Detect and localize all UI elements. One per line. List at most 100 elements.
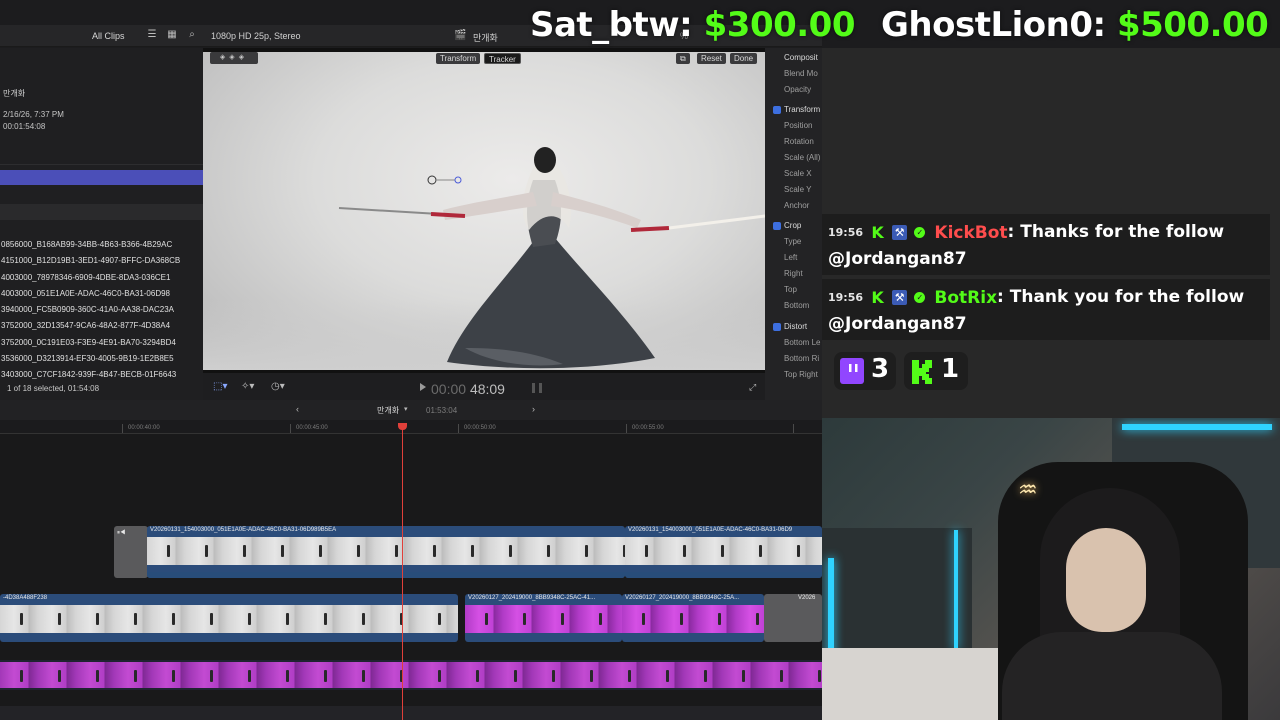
playhead-handle[interactable] xyxy=(398,423,407,430)
chat-message: 19:56 K ⚒ ✓ BotRix: Thank you for the fo… xyxy=(822,279,1270,340)
viewer-format-label: 1080p HD 25p, Stereo xyxy=(211,31,301,41)
inspector-row[interactable]: Right xyxy=(784,269,803,278)
chat-message: 19:56 K ⚒ ✓ KickBot: Thanks for the foll… xyxy=(822,214,1270,275)
timeline-clip[interactable]: V20260131_154003000_051E1A0E-ADAC-46C0-B… xyxy=(147,526,625,578)
inspector-row[interactable]: Transform xyxy=(784,105,820,114)
thumbnail-figure xyxy=(628,670,631,682)
inspector-row[interactable]: Scale (All) xyxy=(784,153,820,162)
inspector: Composit Blend Mo Opacity Transform Position… xyxy=(765,48,822,400)
thumbnail-figure xyxy=(134,670,137,682)
inspector-row[interactable]: Bottom xyxy=(784,301,809,310)
donation-user: GhostLion0: xyxy=(881,5,1106,45)
list-item[interactable]: 3536000_D3213914-EF30-4005-9B19-1E2B8E5 xyxy=(1,351,203,367)
playhead[interactable] xyxy=(402,426,403,720)
inspector-row[interactable]: Top xyxy=(784,285,797,294)
done-button[interactable]: Done xyxy=(730,53,758,64)
search-icon[interactable]: ⌕ xyxy=(186,29,198,41)
checkbox[interactable] xyxy=(773,222,781,230)
timeline-ruler[interactable]: 00:00:40:00 00:00:45:00 00:00:50:00 00:0… xyxy=(0,420,822,434)
timeline-clip[interactable]: V20260127_202419000_8BB9348C-25AC-41... xyxy=(465,594,622,642)
ruler-label: 00:00:40:00 xyxy=(128,425,160,431)
timeline[interactable]: ⏸◀ V20260131_154003000_051E1A0E-ADAC-46C… xyxy=(0,434,822,720)
inspector-row[interactable]: Blend Mo xyxy=(784,69,818,78)
inspector-row[interactable]: Composit xyxy=(784,53,818,62)
inspector-row[interactable]: Scale X xyxy=(784,169,812,178)
checkbox[interactable] xyxy=(773,106,781,114)
thumbnail-figure xyxy=(509,545,512,557)
clip-label: V2026 xyxy=(798,595,816,601)
list-view-icon[interactable]: ☰ xyxy=(146,29,158,41)
selected-clip-filmstrip[interactable] xyxy=(0,170,203,185)
timeline-clip[interactable]: V2026 xyxy=(764,594,822,642)
inspector-row[interactable]: Distort xyxy=(784,322,807,331)
list-item[interactable]: 4003000_78978346-6909-4DBE-8DA3-036CE1 xyxy=(1,270,203,286)
inspector-row[interactable]: Anchor xyxy=(784,201,809,210)
thumbnail-figure xyxy=(666,670,669,682)
thumbnail-figure xyxy=(210,670,213,682)
donation-amount: $300.00 xyxy=(703,5,856,45)
clip-label: V20260127_202419000_8BB9348C-25AC-41... xyxy=(468,595,596,601)
timeline-clip[interactable]: V20260127_202419000_8BB9348C-25A... xyxy=(622,594,764,642)
chat-text: : Thank you for the follow xyxy=(997,287,1245,307)
inspector-row[interactable]: Left xyxy=(784,253,797,262)
inspector-row[interactable]: Bottom Le xyxy=(784,338,820,347)
webcam-person-face xyxy=(1066,528,1146,632)
back-arrow-icon[interactable]: ‹ xyxy=(296,404,299,414)
thumbnail-figure xyxy=(205,545,208,557)
speed-icon[interactable]: ◷▾ xyxy=(271,381,285,392)
list-item[interactable]: 4003000_051E1A0E-ADAC-46C0-BA31-06D98 xyxy=(1,286,203,302)
fullscreen-icon[interactable]: ⤢ xyxy=(749,382,756,393)
selection-status: 1 of 18 selected, 01:54:08 xyxy=(7,384,100,393)
inspector-row[interactable]: Type xyxy=(784,237,801,246)
inspector-row[interactable]: Scale Y xyxy=(784,185,811,194)
reset-button[interactable]: Reset xyxy=(697,53,726,64)
video-frame[interactable] xyxy=(203,52,765,370)
ruler-label: 00:00:55:00 xyxy=(632,425,664,431)
timeline-track xyxy=(0,706,822,720)
timeline-clip[interactable]: V20260131_154003000_051E1A0E-ADAC-46C0-B… xyxy=(625,526,822,578)
list-item[interactable]: 3752000_32D13547-9CA6-48A2-877F-4D38A4 xyxy=(1,318,203,334)
list-item[interactable]: 4151000_B12D19B1-3ED1-4907-BFFC-DA368CB xyxy=(1,253,203,269)
inspector-row[interactable]: Bottom Ri xyxy=(784,354,819,363)
thumbnail-figure xyxy=(471,545,474,557)
audio-meter-icon xyxy=(532,383,542,393)
chat-overlay: 19:56 K ⚒ ✓ KickBot: Thanks for the foll… xyxy=(822,214,1280,344)
checkbox[interactable] xyxy=(773,323,781,331)
play-button[interactable] xyxy=(420,383,426,391)
crop-tool-icon[interactable]: ⬚▾ xyxy=(213,381,227,392)
forward-arrow-icon[interactable]: › xyxy=(532,404,535,414)
filmstrip-view-icon[interactable]: ▦ xyxy=(166,29,178,41)
inspector-row[interactable]: Opacity xyxy=(784,85,811,94)
timeline-clip[interactable] xyxy=(0,660,822,690)
overlay-toggle-icon[interactable]: ⧉ xyxy=(676,53,690,64)
inspector-row[interactable]: Rotation xyxy=(784,137,814,146)
viewer-display-controls[interactable]: ◈◈◈ xyxy=(210,52,258,64)
thumbnail-figure xyxy=(58,670,61,682)
thumbnail-figure xyxy=(286,670,289,682)
all-clips-filter[interactable]: All Clips xyxy=(92,31,125,41)
inspector-row[interactable]: Crop xyxy=(784,221,801,230)
thumbnail-figure xyxy=(680,613,683,625)
donation-goal-2: GhostLion0: $500.00 xyxy=(881,5,1269,45)
thumbnail-figure xyxy=(721,545,724,557)
timeline-duration: 01:53:04 xyxy=(426,406,458,415)
thumbnail-figure xyxy=(561,613,564,625)
thumbnail-figure xyxy=(20,613,23,625)
chevron-down-icon[interactable]: ▾ xyxy=(404,405,408,413)
enhance-icon[interactable]: ✧▾ xyxy=(241,381,254,392)
clip-filmstrip xyxy=(622,605,764,633)
thumbnail-figure xyxy=(433,545,436,557)
list-item[interactable]: 3940000_FC5B0909-360C-41A0-AA38-DAC23A xyxy=(1,302,203,318)
inspector-row[interactable]: Position xyxy=(784,121,812,130)
list-item[interactable]: 3403000_C7CF1842-939F-4B47-BECB-01F6643 xyxy=(1,367,203,383)
list-item[interactable]: 0856000_B168AB99-34BB-4B63-B366-4B29AC xyxy=(1,237,203,253)
inspector-row[interactable]: Top Right xyxy=(784,370,818,379)
transform-mode-button[interactable]: Transform xyxy=(436,53,481,64)
timeline-clip[interactable]: -4D38A488F238 xyxy=(0,594,458,642)
clip-handle[interactable]: ⏸◀ xyxy=(114,526,148,578)
tracker-mode-button[interactable]: Tracker xyxy=(484,53,521,64)
list-item[interactable]: 3752000_0C191E03-F3E9-4E91-BA70-3294BD4 xyxy=(1,335,203,351)
viewer[interactable]: ◈◈◈ Transform Tracker ⧉ Reset Done xyxy=(203,48,765,373)
thumbnail-figure xyxy=(797,545,800,557)
timeline-project-name: 만개화 xyxy=(377,406,400,415)
